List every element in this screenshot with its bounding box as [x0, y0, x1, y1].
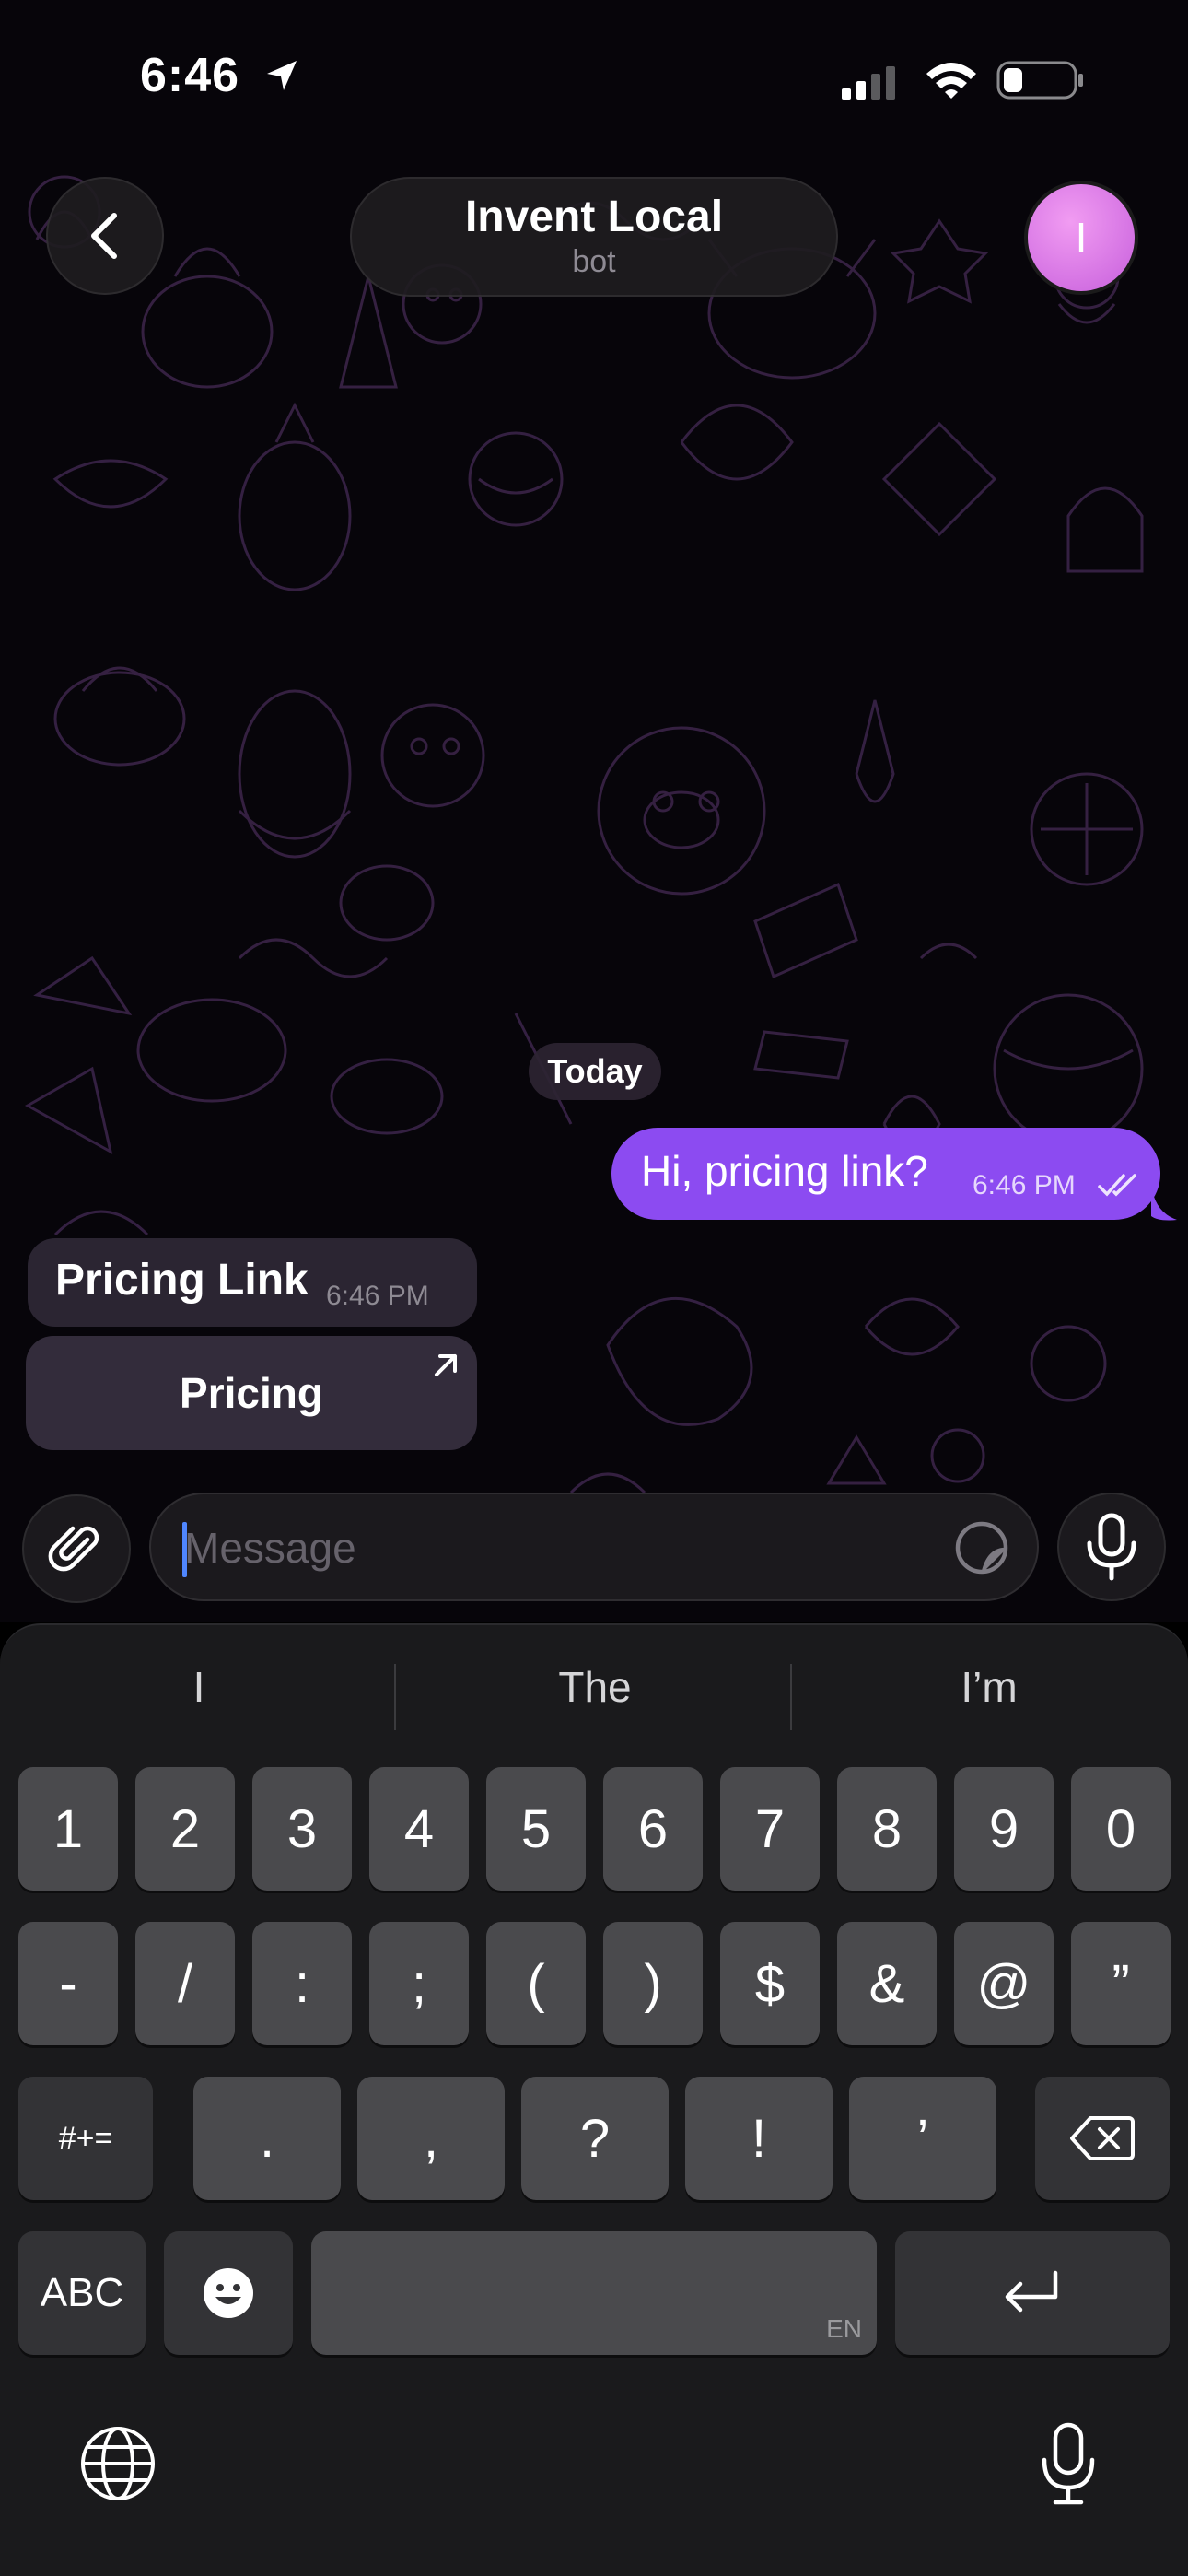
incoming-message[interactable]: Pricing Link 6:46 PM — [28, 1238, 477, 1327]
incoming-message-time: 6:46 PM — [326, 1281, 429, 1311]
suggestion-2[interactable]: The — [402, 1662, 788, 1712]
avatar[interactable]: I — [1024, 181, 1138, 295]
space-language-label: EN — [826, 2314, 862, 2343]
key-open-paren[interactable]: ( — [486, 1922, 586, 2045]
key-question[interactable]: ? — [521, 2077, 669, 2200]
space-key[interactable]: EN — [311, 2231, 877, 2355]
key-dollar[interactable]: $ — [720, 1922, 820, 2045]
sticker-icon[interactable] — [952, 1518, 1011, 1577]
dictation-microphone-icon[interactable] — [1039, 2421, 1098, 2508]
key-apostrophe[interactable]: ’ — [849, 2077, 996, 2200]
battery-icon — [996, 61, 1083, 100]
date-chip: Today — [529, 1043, 661, 1100]
cellular-signal-icon — [842, 66, 895, 100]
key-semicolon[interactable]: ; — [369, 1922, 469, 2045]
key-period[interactable]: . — [193, 2077, 341, 2200]
key-7[interactable]: 7 — [720, 1767, 820, 1891]
key-quote[interactable]: ” — [1071, 1922, 1171, 2045]
key-at[interactable]: @ — [954, 1922, 1054, 2045]
key-exclamation[interactable]: ! — [685, 2077, 833, 2200]
suggestion-1[interactable]: I — [6, 1662, 392, 1712]
microphone-icon — [1087, 1513, 1136, 1581]
double-check-icon — [1098, 1174, 1136, 1197]
status-bar: 6:46 — [0, 0, 1188, 157]
chat-title[interactable]: Invent Local bot — [350, 177, 838, 297]
key-0[interactable]: 0 — [1071, 1767, 1171, 1891]
chat-name: Invent Local — [464, 193, 724, 241]
wifi-icon — [926, 63, 976, 99]
key-ampersand[interactable]: & — [837, 1922, 937, 2045]
chevron-left-icon — [91, 213, 117, 259]
pricing-button-label: Pricing — [180, 1369, 323, 1417]
key-close-paren[interactable]: ) — [603, 1922, 703, 2045]
text-cursor — [182, 1522, 187, 1577]
message-input[interactable] — [184, 1504, 903, 1592]
key-more-symbols[interactable]: #+= — [18, 2077, 153, 2200]
key-colon[interactable]: : — [252, 1922, 352, 2045]
suggestion-3[interactable]: I’m — [796, 1662, 1182, 1712]
key-comma[interactable]: , — [357, 2077, 505, 2200]
incoming-message-text: Pricing Link — [55, 1256, 309, 1305]
globe-icon[interactable] — [77, 2423, 158, 2504]
key-9[interactable]: 9 — [954, 1767, 1054, 1891]
key-4[interactable]: 4 — [369, 1767, 469, 1891]
outgoing-message-text: Hi, pricing link? — [641, 1147, 928, 1195]
key-abc[interactable]: ABC — [18, 2231, 146, 2355]
emoji-icon — [204, 2268, 253, 2318]
emoji-key[interactable] — [164, 2231, 293, 2355]
message-input-container[interactable] — [149, 1493, 1039, 1601]
status-time: 6:46 — [140, 49, 240, 102]
back-button[interactable] — [46, 177, 164, 295]
pricing-inline-button[interactable]: Pricing — [26, 1336, 477, 1450]
suggestion-bar: I The I’m — [0, 1625, 1188, 1763]
outgoing-message-time: 6:46 PM — [973, 1170, 1076, 1200]
location-arrow-icon — [267, 61, 297, 90]
paperclip-icon — [48, 1526, 99, 1572]
return-icon — [1005, 2270, 1058, 2313]
voice-record-button[interactable] — [1057, 1493, 1166, 1601]
chat-subtitle: bot — [572, 244, 616, 279]
key-5[interactable]: 5 — [486, 1767, 586, 1891]
return-key[interactable] — [895, 2231, 1170, 2355]
attach-button[interactable] — [22, 1494, 131, 1603]
delete-key[interactable] — [1035, 2077, 1170, 2200]
key-slash[interactable]: / — [135, 1922, 235, 2045]
key-8[interactable]: 8 — [837, 1767, 937, 1891]
key-6[interactable]: 6 — [603, 1767, 703, 1891]
backspace-icon — [1070, 2116, 1135, 2160]
key-3[interactable]: 3 — [252, 1767, 352, 1891]
suggestion-divider — [790, 1664, 792, 1730]
outgoing-message[interactable]: Hi, pricing link? 6:46 PM — [611, 1128, 1160, 1220]
key-hyphen[interactable]: - — [18, 1922, 118, 2045]
suggestion-divider — [394, 1664, 396, 1730]
key-2[interactable]: 2 — [135, 1767, 235, 1891]
external-link-arrow-icon — [435, 1354, 457, 1376]
key-1[interactable]: 1 — [18, 1767, 118, 1891]
bubble-tail — [1151, 1185, 1177, 1221]
